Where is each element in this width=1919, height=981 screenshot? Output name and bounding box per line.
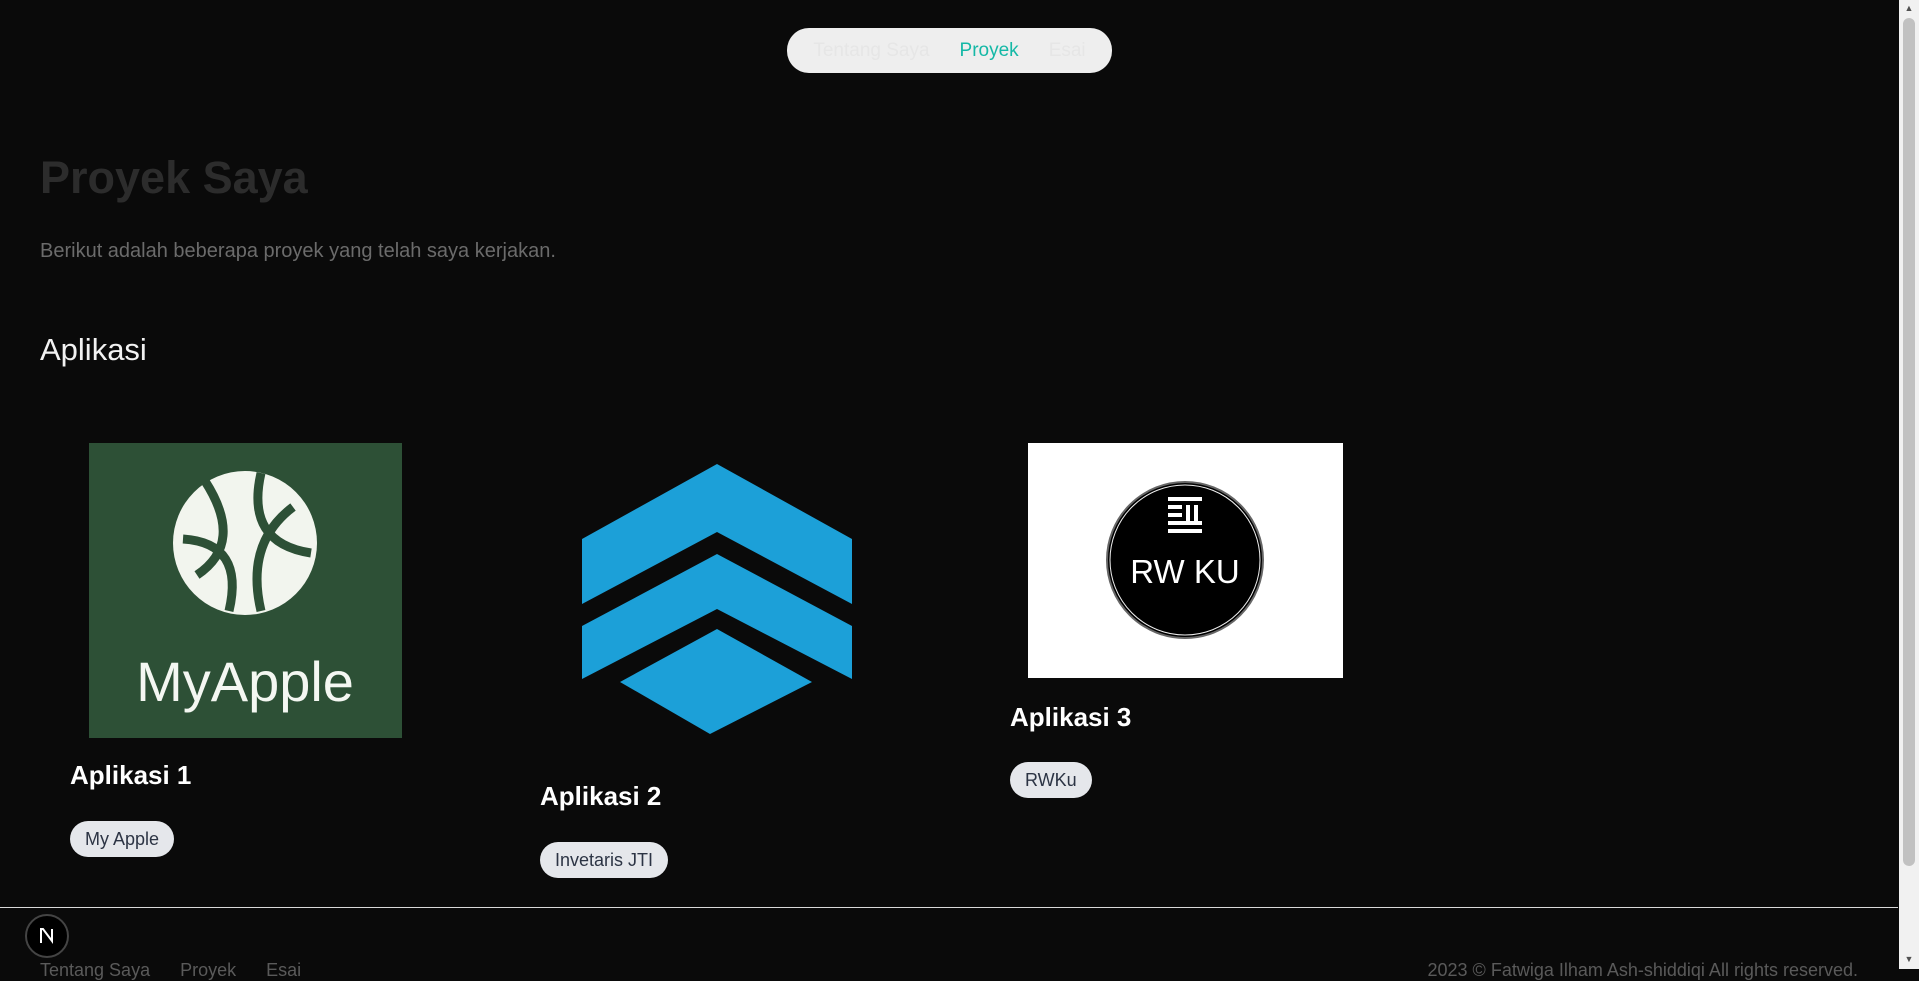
footer: Tentang Saya Proyek Esai 2023 © Fatwiga … bbox=[0, 908, 1898, 980]
project-card[interactable]: RW KU Aplikasi 3 RWKu bbox=[980, 430, 1420, 830]
nav-link-projects[interactable]: Proyek bbox=[960, 40, 1019, 62]
section-title: Aplikasi bbox=[40, 332, 147, 367]
scroll-thumb[interactable] bbox=[1903, 18, 1915, 866]
footer-link-essays[interactable]: Esai bbox=[266, 960, 301, 981]
scroll-up-arrow-icon[interactable]: ▲ bbox=[1903, 2, 1915, 14]
project-title: Aplikasi 1 bbox=[70, 760, 192, 790]
page-subtitle: Berikut adalah beberapa proyek yang tela… bbox=[40, 240, 556, 262]
project-tag[interactable]: My Apple bbox=[70, 821, 175, 857]
nextjs-badge[interactable]: N bbox=[25, 914, 69, 958]
nav-link-about[interactable]: Tentang Saya bbox=[813, 40, 929, 62]
project-card[interactable]: Aplikasi 2 Invetaris JTI bbox=[510, 430, 950, 890]
footer-link-projects[interactable]: Proyek bbox=[180, 960, 236, 981]
rwku-logo-icon: RW KU bbox=[1028, 443, 1343, 678]
footer-link-about[interactable]: Tentang Saya bbox=[40, 960, 150, 981]
project-card[interactable]: MyApple Aplikasi 1 My Apple bbox=[40, 430, 480, 890]
nextjs-n-icon: N bbox=[40, 928, 53, 944]
footer-links: Tentang Saya Proyek Esai bbox=[40, 960, 301, 981]
page-scrollbar[interactable]: ▲ ▼ bbox=[1899, 0, 1919, 969]
project-title: Aplikasi 3 bbox=[1010, 702, 1132, 732]
myapple-logo-text: MyApple bbox=[136, 650, 354, 713]
project-tag[interactable]: Invetaris JTI bbox=[540, 842, 669, 878]
project-title: Aplikasi 2 bbox=[540, 781, 662, 811]
page-title: Proyek Saya bbox=[40, 152, 308, 203]
top-nav: Tentang Saya Proyek Esai bbox=[787, 28, 1112, 73]
chevron-stack-logo-icon bbox=[582, 464, 852, 734]
nav-link-essays[interactable]: Esai bbox=[1049, 40, 1086, 62]
footer-copyright: 2023 © Fatwiga Ilham Ash-shiddiqi All ri… bbox=[1427, 960, 1858, 980]
rwku-logo-text: RW KU bbox=[1130, 553, 1239, 590]
myapple-logo-icon: MyApple bbox=[89, 443, 402, 738]
scroll-down-arrow-icon[interactable]: ▼ bbox=[1903, 953, 1915, 965]
project-tag[interactable]: RWKu bbox=[1010, 762, 1092, 798]
